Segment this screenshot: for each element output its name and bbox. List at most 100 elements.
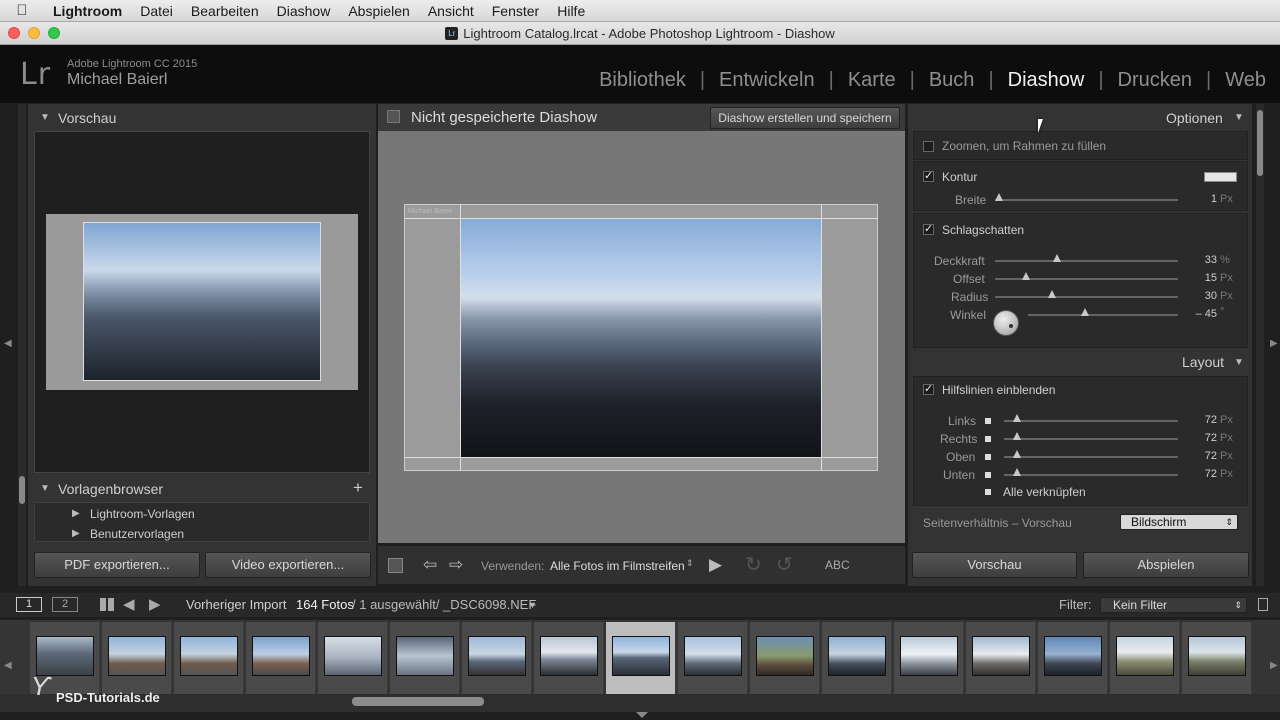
deckkraft-slider[interactable] — [995, 260, 1178, 262]
filmstrip-thumb[interactable] — [678, 622, 748, 694]
link-all-toggle[interactable] — [985, 489, 991, 495]
vorschau-header[interactable]: Vorschau — [58, 110, 116, 126]
filmstrip-thumb[interactable] — [1182, 622, 1252, 694]
use-select[interactable]: Alle Fotos im Filmstreifen — [550, 559, 685, 573]
filmstrip-thumb[interactable] — [1038, 622, 1108, 694]
oben-link-toggle[interactable] — [985, 454, 991, 460]
menu-diashow[interactable]: Diashow — [268, 3, 340, 19]
forward-arrow-icon[interactable]: ▶ — [149, 595, 161, 613]
zoom-window-button[interactable] — [48, 27, 60, 39]
source-label[interactable]: Vorheriger Import — [186, 597, 286, 612]
right-scrollbar[interactable] — [1257, 110, 1263, 176]
play-icon[interactable]: ▶ — [709, 555, 722, 575]
apple-icon[interactable]:  — [0, 2, 44, 19]
options-collapse-icon[interactable]: ▼ — [1234, 112, 1244, 123]
module-drucken[interactable]: Drucken — [1104, 69, 1206, 92]
add-text-button[interactable]: ABC — [825, 558, 850, 572]
oben-slider[interactable] — [1004, 456, 1178, 458]
rechts-slider[interactable] — [1004, 438, 1178, 440]
kontur-color-swatch[interactable] — [1204, 172, 1237, 182]
guide-right[interactable] — [821, 204, 822, 471]
oben-value[interactable]: 72 — [1181, 450, 1217, 462]
template-folder-lightroom[interactable]: Lightroom-Vorlagen — [90, 507, 195, 521]
links-knob[interactable] — [1013, 414, 1021, 422]
options-header[interactable]: Optionen — [1166, 110, 1223, 126]
deckkraft-knob[interactable] — [1053, 254, 1061, 262]
radius-knob[interactable] — [1048, 290, 1056, 298]
filmstrip-thumb[interactable] — [1110, 622, 1180, 694]
play-button[interactable]: Abspielen — [1083, 552, 1249, 578]
vorlagenbrowser-collapse-icon[interactable]: ▼ — [40, 483, 50, 494]
vorschau-collapse-icon[interactable]: ▼ — [40, 112, 50, 123]
left-scrollbar[interactable] — [19, 476, 25, 504]
collapse-bottom-arrow-icon[interactable] — [636, 712, 648, 718]
module-bibliothek[interactable]: Bibliothek — [585, 69, 700, 92]
winkel-knob[interactable] — [1081, 308, 1089, 316]
filmstrip-thumb[interactable] — [750, 622, 820, 694]
preview-button[interactable]: Vorschau — [912, 552, 1077, 578]
module-karte[interactable]: Karte — [834, 69, 910, 92]
guide-bottom[interactable] — [404, 457, 878, 458]
filmstrip-thumb[interactable] — [318, 622, 388, 694]
unten-link-toggle[interactable] — [985, 472, 991, 478]
aspect-select[interactable]: Bildschirm ⇕ — [1120, 514, 1238, 530]
angle-dial-icon[interactable] — [993, 310, 1019, 336]
filmstrip-thumb[interactable] — [102, 622, 172, 694]
second-screen-button[interactable]: 2 — [52, 597, 78, 612]
guides-checkbox[interactable]: ✓ — [923, 384, 934, 395]
left-panel-toggle-icon[interactable]: ◀ — [4, 338, 12, 349]
filmstrip-thumb[interactable] — [174, 622, 244, 694]
rechts-link-toggle[interactable] — [985, 436, 991, 442]
filmstrip-left-arrow-icon[interactable]: ◀ — [4, 660, 12, 671]
filmstrip-thumb[interactable] — [822, 622, 892, 694]
module-diashow[interactable]: Diashow — [994, 69, 1099, 92]
offset-value[interactable]: 15 — [1181, 272, 1217, 284]
next-slide-icon[interactable]: ⇨ — [449, 555, 463, 575]
filmstrip-right-arrow-icon[interactable]: ▶ — [1270, 660, 1278, 671]
menu-fenster[interactable]: Fenster — [483, 3, 548, 19]
filmstrip-thumb[interactable] — [534, 622, 604, 694]
identity-plate-text[interactable]: Michael Baierl — [408, 208, 452, 215]
prev-slide-icon[interactable]: ⇦ — [423, 555, 437, 575]
back-arrow-icon[interactable]: ◀ — [123, 595, 135, 613]
breite-slider[interactable] — [995, 199, 1178, 201]
filmstrip-scrollbar[interactable] — [352, 697, 484, 706]
rechts-knob[interactable] — [1013, 432, 1021, 440]
links-link-toggle[interactable] — [985, 418, 991, 424]
selection-dropdown-icon[interactable]: ▼ — [528, 600, 537, 610]
unten-value[interactable]: 72 — [1181, 468, 1217, 480]
selection-info[interactable]: / 1 ausgewählt/ _DSC6098.NEF — [352, 597, 536, 612]
minimize-window-button[interactable] — [28, 27, 40, 39]
slide-photo[interactable] — [461, 219, 821, 457]
breite-value[interactable]: 1 — [1181, 193, 1217, 205]
vorlagenbrowser-header[interactable]: Vorlagenbrowser — [58, 481, 163, 497]
folder-expand-icon[interactable]: ▶ — [72, 508, 80, 519]
right-panel-toggle-icon[interactable]: ▶ — [1270, 338, 1278, 349]
winkel-value[interactable]: – 45 — [1181, 308, 1217, 320]
offset-knob[interactable] — [1022, 272, 1030, 280]
breite-knob[interactable] — [995, 193, 1003, 201]
filmstrip-thumb-selected[interactable] — [606, 622, 676, 694]
menu-ansicht[interactable]: Ansicht — [419, 3, 483, 19]
filter-select[interactable]: Kein Filter ⇕ — [1100, 597, 1247, 613]
menu-datei[interactable]: Datei — [131, 3, 182, 19]
unten-knob[interactable] — [1013, 468, 1021, 476]
links-slider[interactable] — [1004, 420, 1178, 422]
create-slideshow-button[interactable]: Diashow erstellen und speichern — [710, 107, 900, 129]
menu-hilfe[interactable]: Hilfe — [548, 3, 594, 19]
use-select-arrow-icon[interactable]: ⇕ — [686, 558, 694, 569]
menu-abspielen[interactable]: Abspielen — [339, 3, 419, 19]
winkel-slider[interactable] — [1028, 314, 1178, 316]
main-screen-button[interactable]: 1 — [16, 597, 42, 612]
oben-knob[interactable] — [1013, 450, 1021, 458]
filmstrip-thumb[interactable] — [966, 622, 1036, 694]
folder-expand-icon[interactable]: ▶ — [72, 528, 80, 539]
filmstrip-thumb[interactable] — [894, 622, 964, 694]
video-export-button[interactable]: Video exportieren... — [205, 552, 371, 578]
kontur-checkbox[interactable]: ✓ — [923, 171, 934, 182]
close-window-button[interactable] — [8, 27, 20, 39]
radius-value[interactable]: 30 — [1181, 290, 1217, 302]
rechts-value[interactable]: 72 — [1181, 432, 1217, 444]
zoom-checkbox[interactable] — [923, 141, 934, 152]
shadow-checkbox[interactable]: ✓ — [923, 224, 934, 235]
